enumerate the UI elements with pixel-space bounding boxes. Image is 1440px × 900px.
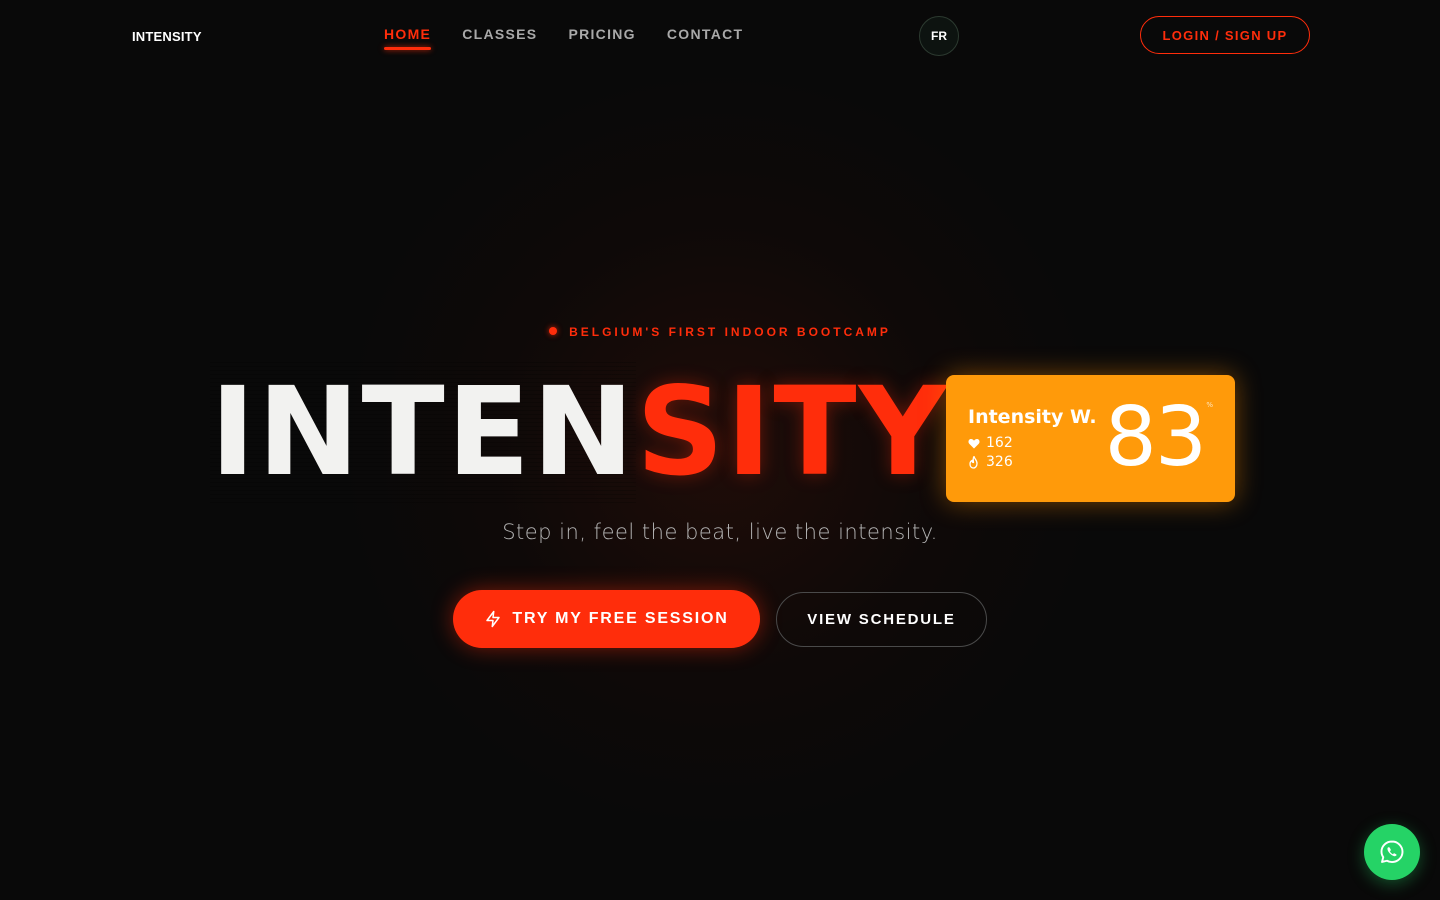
heart-icon: [968, 438, 980, 448]
nav-item-classes[interactable]: CLASSES: [462, 26, 537, 50]
stat-card-name: Intensity W.: [968, 406, 1097, 428]
heart-rate-stat: 162: [968, 435, 1013, 451]
hero-eyebrow: BELGIUM'S FIRST INDOOR BOOTCAMP: [0, 325, 1440, 339]
nav-item-home[interactable]: HOME: [384, 26, 432, 50]
hero-tagline: Step in, feel the beat, live the intensi…: [502, 520, 938, 544]
calories-stat: 326: [968, 454, 1013, 470]
score-unit: %: [1206, 401, 1213, 409]
try-free-session-label: TRY MY FREE SESSION: [512, 610, 729, 627]
brand-logo[interactable]: INTENSITY: [132, 29, 202, 44]
whatsapp-icon: [1380, 840, 1404, 864]
main-nav: HOME CLASSES PRICING CONTACT: [384, 26, 774, 50]
view-schedule-button[interactable]: VIEW SCHEDULE: [776, 592, 987, 647]
status-dot-icon: [549, 327, 558, 335]
heart-rate-value: 162: [986, 435, 1013, 451]
try-free-session-button[interactable]: TRY MY FREE SESSION: [453, 590, 760, 648]
landing-page: INTENSITY HOME CLASSES PRICING CONTACT F…: [0, 0, 1440, 900]
hero-title: INTENSITY: [210, 361, 949, 503]
hero-title-red: SITY: [636, 361, 949, 503]
nav-item-contact[interactable]: CONTACT: [667, 26, 744, 50]
flame-icon: [969, 455, 978, 469]
calories-value: 326: [986, 454, 1013, 470]
language-switcher[interactable]: FR: [919, 16, 959, 56]
intensity-stat-card: Intensity W. 162 326 83 %: [946, 375, 1235, 502]
lightning-icon: [486, 610, 501, 628]
hero-title-white: INTEN: [210, 361, 637, 503]
hero-eyebrow-text: BELGIUM'S FIRST INDOOR BOOTCAMP: [569, 325, 891, 339]
intensity-score: 83: [1104, 390, 1207, 485]
whatsapp-chat-button[interactable]: [1364, 824, 1420, 880]
nav-item-pricing[interactable]: PRICING: [568, 26, 635, 50]
login-signup-button[interactable]: LOGIN / SIGN UP: [1140, 16, 1310, 54]
